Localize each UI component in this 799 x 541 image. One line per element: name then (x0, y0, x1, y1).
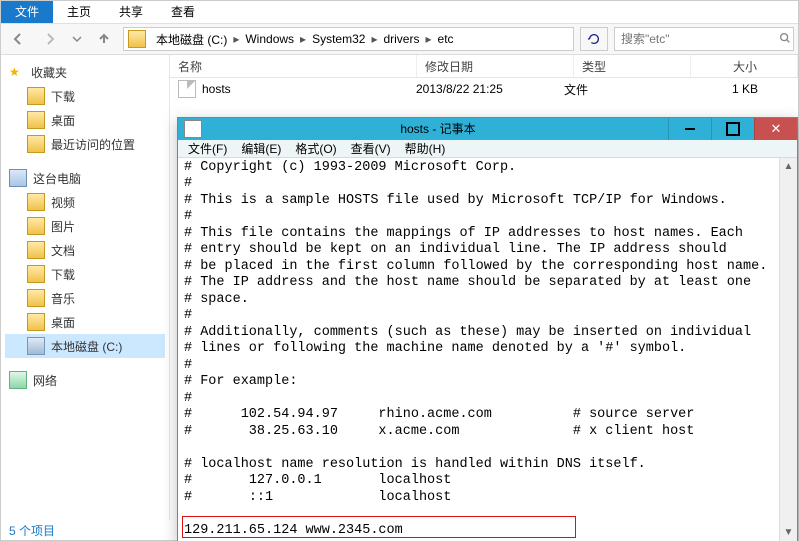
search-icon (778, 31, 792, 48)
tab-home[interactable]: 主页 (53, 1, 105, 23)
drive-icon (27, 337, 45, 355)
nav-label: 音乐 (51, 290, 75, 307)
text-area[interactable]: # Copyright (c) 1993-2009 Microsoft Corp… (178, 158, 779, 541)
nav-documents[interactable]: 文档 (5, 238, 165, 262)
ribbon-tabs: 文件 主页 共享 查看 (1, 1, 798, 24)
nav-videos[interactable]: 视频 (5, 190, 165, 214)
file-type: 文件 (556, 81, 664, 98)
chevron-right-icon: ▸ (371, 32, 377, 46)
file-icon (178, 80, 196, 98)
notepad-icon (184, 120, 202, 138)
folder-icon (27, 265, 45, 283)
maximize-button[interactable] (711, 118, 754, 140)
star-icon: ★ (9, 65, 25, 81)
nav-cdrive[interactable]: 本地磁盘 (C:) (5, 334, 165, 358)
file-size: 1 KB (664, 82, 798, 96)
breadcrumb[interactable]: 本地磁盘 (C:)▸ Windows▸ System32▸ drivers▸ e… (123, 27, 574, 51)
menu-view[interactable]: 查看(V) (345, 140, 397, 157)
network-icon (9, 371, 27, 389)
crumb-2[interactable]: System32 (308, 32, 369, 46)
notepad-window: hosts - 记事本 ✕ 文件(F) 编辑(E) 格式(O) 查看(V) 帮助… (177, 117, 798, 541)
nav-music[interactable]: 音乐 (5, 286, 165, 310)
chevron-right-icon: ▸ (300, 32, 306, 46)
status-text: 5 个项目 (9, 520, 55, 541)
tab-share[interactable]: 共享 (105, 1, 157, 23)
nav-desktop[interactable]: 桌面 (5, 108, 165, 132)
nav-downloads[interactable]: 下载 (5, 84, 165, 108)
crumb-3[interactable]: drivers (379, 32, 423, 46)
nav-label: 桌面 (51, 314, 75, 331)
window-buttons: ✕ (668, 118, 797, 140)
address-toolbar: 本地磁盘 (C:)▸ Windows▸ System32▸ drivers▸ e… (1, 24, 798, 55)
nav-label: 下载 (51, 266, 75, 283)
folder-icon (27, 217, 45, 235)
nav-label: 这台电脑 (33, 170, 81, 187)
file-row-hosts[interactable]: hosts 2013/8/22 21:25 文件 1 KB (170, 78, 798, 100)
editor-client: # Copyright (c) 1993-2009 Microsoft Corp… (178, 158, 797, 541)
crumb-1[interactable]: Windows (241, 32, 298, 46)
col-name[interactable]: 名称 (170, 55, 417, 77)
minimize-button[interactable] (668, 118, 711, 140)
chevron-right-icon: ▸ (233, 32, 239, 46)
nav-label: 文档 (51, 242, 75, 259)
nav-recent[interactable]: 最近访问的位置 (5, 132, 165, 156)
up-button[interactable] (91, 26, 117, 52)
search-box[interactable] (614, 27, 794, 51)
history-dropdown[interactable] (69, 26, 85, 52)
nav-label: 下载 (51, 88, 75, 105)
menu-file[interactable]: 文件(F) (182, 140, 233, 157)
titlebar[interactable]: hosts - 记事本 ✕ (178, 118, 797, 140)
menu-edit[interactable]: 编辑(E) (235, 140, 287, 157)
close-button[interactable]: ✕ (754, 118, 797, 140)
folder-icon (27, 193, 45, 211)
menubar: 文件(F) 编辑(E) 格式(O) 查看(V) 帮助(H) (178, 140, 797, 158)
back-button[interactable] (5, 26, 31, 52)
nav-label: 本地磁盘 (C:) (51, 338, 122, 355)
nav-desktop2[interactable]: 桌面 (5, 310, 165, 334)
tab-view[interactable]: 查看 (157, 1, 209, 23)
crumb-4[interactable]: etc (434, 32, 458, 46)
nav-network[interactable]: 网络 (5, 368, 165, 392)
folder-icon (27, 87, 45, 105)
col-type[interactable]: 类型 (574, 55, 691, 77)
forward-button[interactable] (37, 26, 63, 52)
file-date: 2013/8/22 21:25 (408, 82, 556, 96)
col-size[interactable]: 大小 (691, 55, 798, 77)
nav-label: 网络 (33, 372, 57, 389)
computer-icon (9, 169, 27, 187)
nav-label: 桌面 (51, 112, 75, 129)
scroll-down-icon[interactable]: ▼ (780, 524, 797, 541)
col-date[interactable]: 修改日期 (417, 55, 574, 77)
nav-pictures[interactable]: 图片 (5, 214, 165, 238)
nav-label: 图片 (51, 218, 75, 235)
nav-computer[interactable]: 这台电脑 (5, 166, 165, 190)
crumb-0[interactable]: 本地磁盘 (C:) (152, 31, 231, 48)
folder-icon (27, 111, 45, 129)
folder-icon (27, 241, 45, 259)
nav-label: 收藏夹 (31, 64, 67, 81)
nav-label: 最近访问的位置 (51, 136, 135, 153)
folder-icon (27, 313, 45, 331)
menu-help[interactable]: 帮助(H) (399, 140, 452, 157)
annotation-highlight (182, 516, 576, 538)
folder-icon (27, 135, 45, 153)
column-header: 名称 修改日期 类型 大小 (170, 55, 798, 78)
nav-pane: ★ 收藏夹 下载 桌面 最近访问的位置 这台电脑 视频 图片 文档 下载 音乐 … (1, 55, 170, 520)
folder-icon (27, 289, 45, 307)
vertical-scrollbar[interactable]: ▲ ▼ (779, 158, 797, 541)
search-input[interactable] (619, 31, 778, 47)
tab-file[interactable]: 文件 (1, 1, 53, 23)
refresh-button[interactable] (580, 27, 608, 51)
chevron-right-icon: ▸ (425, 32, 431, 46)
nav-label: 视频 (51, 194, 75, 211)
drive-icon (128, 30, 146, 48)
nav-favorites[interactable]: ★ 收藏夹 (5, 61, 165, 84)
menu-format[interactable]: 格式(O) (289, 140, 342, 157)
nav-downloads2[interactable]: 下载 (5, 262, 165, 286)
window-title: hosts - 记事本 (208, 120, 668, 137)
file-name: hosts (202, 82, 231, 96)
scroll-up-icon[interactable]: ▲ (780, 158, 797, 175)
